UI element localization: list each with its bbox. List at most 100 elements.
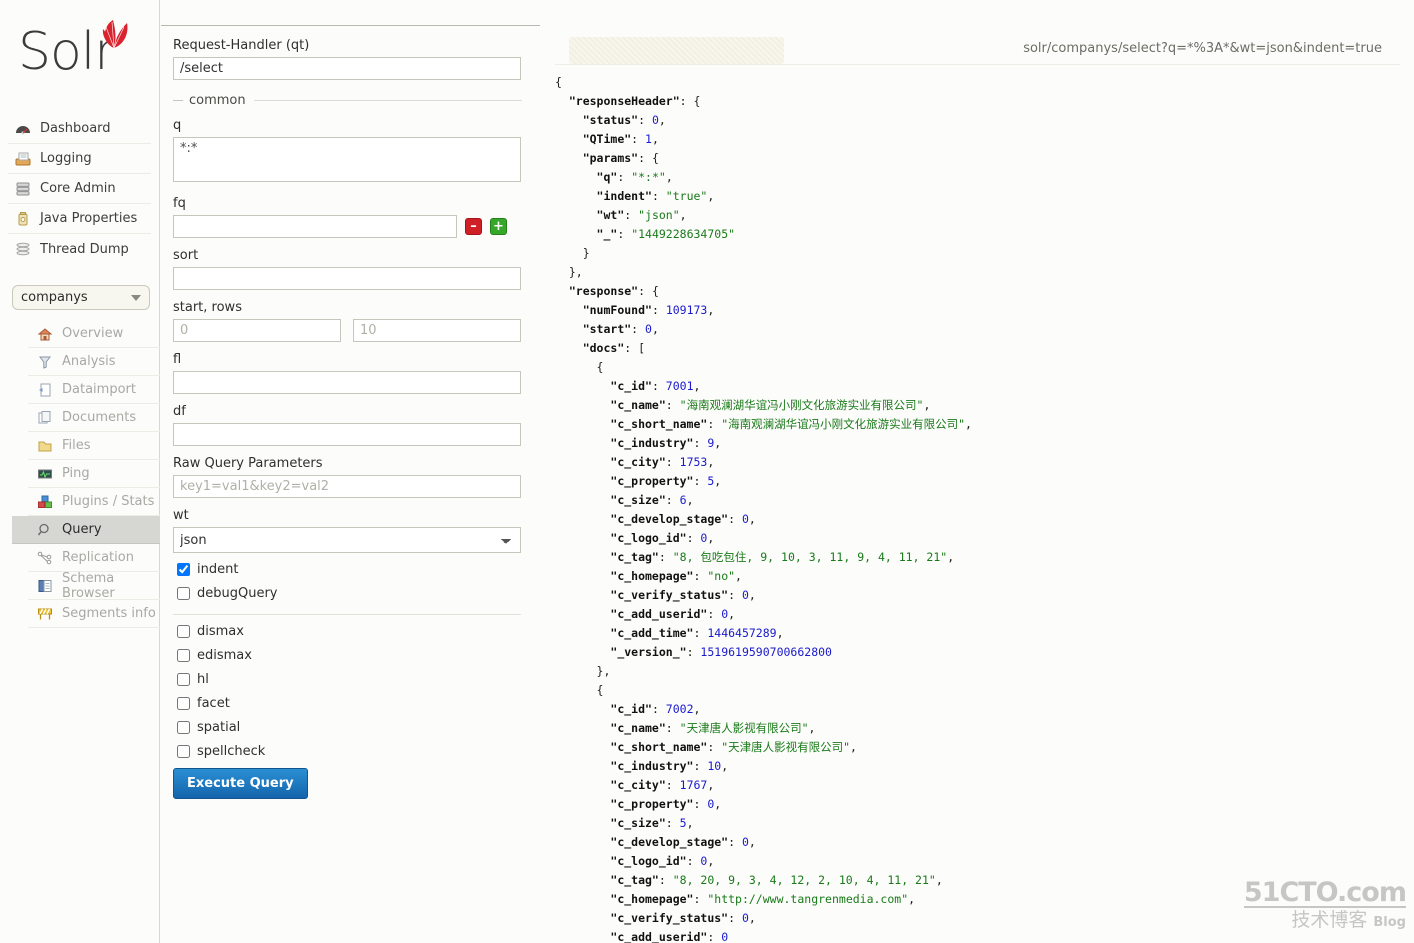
legend-dash [173, 100, 183, 101]
sidebar-item-label: Dashboard [40, 121, 111, 136]
request-handler-input[interactable] [173, 57, 521, 80]
sidebar-item-files[interactable]: Files [28, 432, 160, 460]
spellcheck-checkbox[interactable] [177, 745, 190, 758]
q-input[interactable] [173, 137, 521, 182]
execute-query-button[interactable]: Execute Query [173, 768, 308, 799]
response-url-bar: solr/companys/select?q=*%3A*&wt=json&ind… [555, 37, 1400, 65]
segments-icon [36, 606, 54, 622]
solr-logo-mark [102, 20, 128, 49]
sidebar-item-label: Segments info [62, 606, 156, 621]
sidebar-item-label: Dataimport [62, 382, 136, 397]
json-response-body: { "responseHeader": { "status": 0, "QTim… [555, 75, 972, 943]
sidebar-item-replication[interactable]: Replication [28, 544, 160, 572]
common-legend: common [173, 93, 522, 108]
sidebar-item-plugins-stats[interactable]: Plugins / Stats [28, 488, 160, 516]
spatial-checkbox-row[interactable]: spatial [173, 720, 522, 735]
plugins-icon [36, 494, 54, 510]
response-panel: solr/companys/select?q=*%3A*&wt=json&ind… [541, 25, 1414, 943]
legend-line [253, 100, 522, 101]
sidebar-item-label: Documents [62, 410, 137, 425]
facet-checkbox[interactable] [177, 697, 190, 710]
sidebar-item-label: Plugins / Stats [62, 494, 155, 509]
fq-label: fq [173, 196, 186, 211]
sidebar-item-label: Replication [62, 550, 134, 565]
dismax-checkbox-row[interactable]: dismax [173, 624, 522, 639]
spellcheck-label: spellcheck [197, 744, 266, 759]
hl-checkbox-row[interactable]: hl [173, 672, 522, 687]
df-input[interactable] [173, 423, 521, 446]
indent-checkbox-row[interactable]: indent [173, 562, 522, 577]
hl-checkbox[interactable] [177, 673, 190, 686]
edismax-checkbox[interactable] [177, 649, 190, 662]
spellcheck-checkbox-row[interactable]: spellcheck [173, 744, 522, 759]
sidebar-item-dataimport[interactable]: Dataimport [28, 376, 160, 404]
fl-input[interactable] [173, 371, 521, 394]
wt-select[interactable]: jsonxmlpythonrubyphpcsv [173, 527, 521, 553]
fl-label: fl [173, 352, 182, 367]
spatial-label: spatial [197, 720, 241, 735]
java-properties-icon [14, 211, 32, 227]
sidebar-item-segments-info[interactable]: Segments info [28, 600, 160, 628]
sidebar-item-query[interactable]: Query [12, 516, 160, 544]
spatial-checkbox[interactable] [177, 721, 190, 734]
sidebar-item-dashboard[interactable]: Dashboard [8, 114, 151, 144]
sidebar-item-label: Core Admin [40, 181, 116, 196]
sidebar: Solr Dashboard Logging Core Admin Java P… [0, 0, 160, 943]
sidebar-item-label: Overview [62, 326, 124, 341]
fq-input[interactable] [173, 215, 457, 238]
files-icon [36, 438, 54, 454]
fq-remove-button[interactable]: – [465, 218, 482, 235]
schema-browser-icon [36, 578, 54, 594]
thread-dump-icon [14, 241, 32, 257]
request-handler-label: Request-Handler (qt) [173, 38, 310, 53]
common-legend-label: common [189, 93, 246, 108]
sidebar-item-core-admin[interactable]: Core Admin [8, 174, 151, 204]
funnel-icon [36, 354, 54, 370]
sidebar-item-label: Schema Browser [62, 570, 115, 601]
debugquery-label: debugQuery [197, 586, 278, 601]
checkbox-divider [173, 614, 521, 615]
rows-input[interactable] [353, 319, 521, 342]
response-url-link[interactable]: solr/companys/select?q=*%3A*&wt=json&ind… [1023, 41, 1382, 56]
sidebar-item-thread-dump[interactable]: Thread Dump [8, 234, 151, 264]
solr-logo[interactable]: Solr [0, 0, 159, 104]
sort-input[interactable] [173, 267, 521, 290]
redacted-host-region [569, 37, 784, 64]
sidebar-item-logging[interactable]: Logging [8, 144, 151, 174]
edismax-checkbox-row[interactable]: edismax [173, 648, 522, 663]
fq-row: – + [173, 215, 522, 238]
sidebar-item-documents[interactable]: Documents [28, 404, 160, 432]
indent-checkbox[interactable] [177, 563, 190, 576]
sidebar-core-nav: Overview Analysis Dataimport Documents F… [12, 320, 160, 628]
edismax-label: edismax [197, 648, 252, 663]
start-input[interactable] [173, 319, 341, 342]
core-selector-value: companys [21, 290, 88, 305]
dismax-checkbox[interactable] [177, 625, 190, 638]
debugquery-checkbox-row[interactable]: debugQuery [173, 586, 522, 601]
ping-icon [36, 466, 54, 482]
watermark-top: 51CTO.com [1243, 877, 1407, 908]
indent-label: indent [197, 562, 239, 577]
sidebar-item-analysis[interactable]: Analysis [28, 348, 160, 376]
raw-query-parameters-input[interactable] [173, 475, 521, 498]
chevron-down-icon [131, 294, 141, 301]
sidebar-item-java-properties[interactable]: Java Properties [8, 204, 151, 234]
solr-admin-window: Solr Dashboard Logging Core Admin Java P… [0, 0, 1414, 943]
sort-label: sort [173, 248, 199, 263]
debugquery-checkbox[interactable] [177, 587, 190, 600]
sidebar-item-schema-browser[interactable]: Schema Browser [28, 570, 160, 601]
dismax-label: dismax [197, 624, 244, 639]
facet-checkbox-row[interactable]: facet [173, 696, 522, 711]
sidebar-item-label: Thread Dump [40, 241, 129, 257]
sidebar-item-overview[interactable]: Overview [28, 320, 160, 348]
watermark: 51CTO.com 技术博客 Blog [1243, 877, 1407, 935]
sidebar-item-label: Logging [40, 151, 92, 166]
start-rows-label: start, rows [173, 300, 242, 315]
sidebar-item-label: Java Properties [40, 211, 138, 226]
sidebar-item-ping[interactable]: Ping [28, 460, 160, 488]
watermark-cn: 技术博客 [1291, 909, 1368, 931]
fq-add-button[interactable]: + [490, 218, 507, 235]
sidebar-item-label: Files [62, 438, 91, 453]
core-selector-dropdown[interactable]: companys [12, 285, 150, 310]
core-admin-icon [14, 181, 32, 197]
